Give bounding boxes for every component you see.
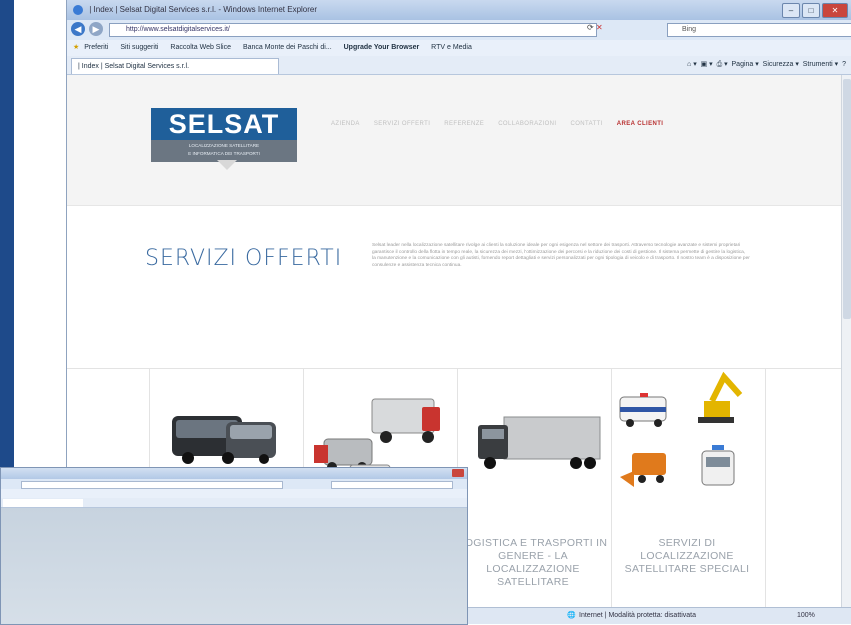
globe-icon: 🌐 — [567, 612, 576, 619]
home-icon[interactable]: ⌂ ▾ — [687, 61, 697, 68]
cmd-tools[interactable]: Strumenti — [803, 61, 833, 68]
fav-item[interactable]: Banca Monte dei Paschi di... — [243, 44, 332, 51]
back-arrow-icon[interactable]: ◀ — [71, 22, 85, 36]
ie-logo-icon — [73, 4, 83, 15]
fav-item[interactable]: Raccolta Web Slice — [170, 44, 231, 51]
title-bar: | Index | Selsat Digital Services s.r.l.… — [67, 0, 851, 20]
section-title: SERVIZI OFFERTI — [145, 246, 343, 271]
logo-tagline: LOCALIZZAZIONE SATELLITARE E INFORMATICA… — [151, 140, 297, 162]
window-title: | Index | Selsat Digital Services s.r.l.… — [89, 5, 318, 14]
logo-pointer — [217, 160, 237, 170]
maximize-button[interactable]: □ — [802, 3, 820, 18]
cmd-page[interactable]: Pagina — [732, 61, 754, 68]
zoom-level[interactable]: 100% — [797, 608, 815, 624]
secondary-title-bar — [1, 468, 467, 479]
favorites-star-icon[interactable]: ★ — [73, 44, 79, 51]
semi-truck-image — [478, 416, 601, 469]
section-text: Selsat leader nella localizzazione satel… — [372, 243, 750, 268]
menu-azienda[interactable]: AZIENDA — [331, 121, 360, 127]
site-logo[interactable]: SELSAT LOCALIZZAZIONE SATELLITARE E INFO… — [151, 108, 297, 162]
address-row: ◀ ▶ http://www.selsatdigitalservices.it/… — [67, 20, 851, 40]
close-button[interactable]: ✕ — [822, 3, 848, 18]
address-tools: ⟳ ✕ — [587, 23, 603, 32]
menu-collaborazioni[interactable]: COLLABORAZIONI — [498, 121, 556, 127]
service-label-special: SERVIZI DI LOCALIZZAZIONE SATELLITARE SP… — [624, 537, 750, 575]
refresh-icon[interactable]: ⟳ — [587, 23, 594, 32]
address-bar[interactable]: http://www.selsatdigitalservices.it/ — [109, 23, 597, 37]
forward-arrow-icon[interactable]: ▶ — [89, 22, 103, 36]
secondary-tab[interactable] — [3, 499, 83, 507]
menu-servizi[interactable]: SERVIZI OFFERTI — [374, 121, 430, 127]
command-bar: ⌂ ▾ ▣ ▾ ⎙ ▾ Pagina ▾ Sicurezza ▾ Strumen… — [687, 61, 846, 68]
tab-row: | Index | Selsat Digital Services s.r.l.… — [67, 56, 851, 75]
print-icon[interactable]: ⎙ ▾ — [717, 61, 728, 68]
favorites-bar: ★ Preferiti Siti suggeriti Raccolta Web … — [67, 40, 851, 56]
search-input[interactable]: Bing — [667, 23, 851, 37]
secondary-tab-row — [1, 498, 467, 508]
site-header: SELSAT LOCALIZZAZIONE SATELLITARE E INFO… — [67, 75, 851, 206]
fav-item[interactable]: Upgrade Your Browser — [344, 44, 420, 51]
page-scrollbar[interactable] — [841, 75, 851, 623]
service-card-logistics[interactable]: LOGISTICA E TRASPORTI IN GENERE - LA LOC… — [457, 369, 612, 623]
browser-tab[interactable]: | Index | Selsat Digital Services s.r.l. — [71, 58, 279, 74]
secondary-content — [1, 508, 467, 624]
feeds-icon[interactable]: ▣ ▾ — [701, 61, 713, 68]
status-zone: Internet | Modalità protetta: disattivat… — [579, 612, 696, 619]
window-controls: – □ ✕ — [782, 3, 848, 18]
fav-item[interactable]: RTV e Media — [431, 44, 472, 51]
minimize-button[interactable]: – — [782, 3, 800, 18]
secondary-browser-window[interactable] — [0, 467, 468, 625]
service-card-special[interactable]: SERVIZI DI LOCALIZZAZIONE SATELLITARE SP… — [611, 369, 766, 623]
menu-contatti[interactable]: CONTATTI — [570, 121, 602, 127]
menu-area-clienti[interactable]: AREA CLIENTI — [617, 121, 664, 127]
service-label-logistics: LOGISTICA E TRASPORTI IN GENERE - LA LOC… — [458, 537, 608, 588]
secondary-close-button[interactable] — [452, 469, 464, 477]
logo-tagline-line2: E INFORMATICA DEI TRASPORTI — [188, 151, 260, 156]
secondary-address-bar[interactable] — [21, 481, 283, 489]
logo-tagline-line1: LOCALIZZAZIONE SATELLITARE — [188, 143, 260, 148]
secondary-favorites-bar — [1, 489, 467, 498]
favorites-button[interactable]: Preferiti — [84, 44, 108, 51]
logo-name: SELSAT — [151, 108, 297, 140]
fav-item[interactable]: Siti suggeriti — [120, 44, 158, 51]
menu-referenze[interactable]: REFERENZE — [444, 121, 484, 127]
special-vehicles-image — [619, 371, 743, 487]
help-icon[interactable]: ? — [842, 61, 846, 68]
secondary-search-input[interactable] — [331, 481, 453, 489]
site-menu: AZIENDA SERVIZI OFFERTI REFERENZE COLLAB… — [331, 121, 663, 127]
secondary-address-row — [1, 479, 467, 489]
scrollbar-thumb[interactable] — [843, 79, 851, 319]
stop-icon[interactable]: ✕ — [596, 23, 603, 32]
cmd-security[interactable]: Sicurezza — [763, 61, 794, 68]
